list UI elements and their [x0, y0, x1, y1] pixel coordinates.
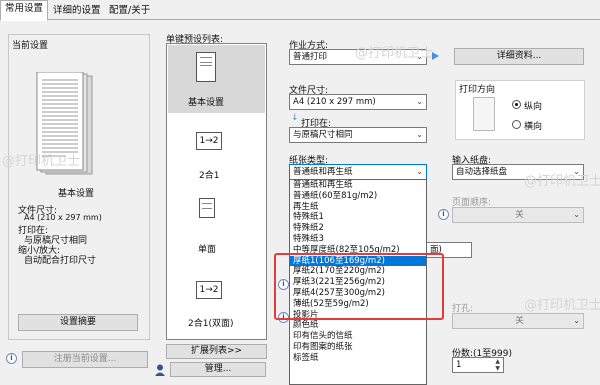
detail-scale-value: 自动配合打印尺寸 [24, 256, 97, 266]
paper-type-option[interactable]: 颜色纸 [290, 320, 426, 331]
chevron-down-icon: ⌄ [573, 210, 580, 219]
paper-size-select[interactable]: A4 (210 x 297 mm) ⌄ [289, 94, 427, 110]
paper-type-option[interactable]: 普通纸(60至81g/m2) [290, 191, 426, 202]
paper-size-value: A4 (210 x 297 mm) [293, 97, 376, 107]
detail-size-value: A4 (210 x 297 mm) [24, 213, 102, 222]
paper-type-option[interactable]: 特殊纸2 [290, 223, 426, 234]
job-mode-value: 普通打印 [293, 52, 328, 62]
paper-type-option[interactable]: 再生纸 [290, 202, 426, 213]
chevron-down-icon: ⌄ [416, 97, 423, 106]
paper-type-option[interactable]: 特殊纸1 [290, 212, 426, 223]
watermark-text: @打印机卫士 [524, 174, 600, 189]
print-on-select[interactable]: 与原稿尺寸相同 ⌄ [289, 127, 427, 143]
info-icon: i [438, 209, 449, 220]
chevron-down-icon: ⌄ [573, 316, 580, 325]
orientation-preview-icon [467, 95, 499, 135]
play-arrow-icon [432, 52, 439, 60]
chevron-down-icon: ⌄ [416, 167, 423, 176]
spinner-icon[interactable]: ▲ ▼ [495, 358, 500, 372]
current-settings-title: 当前设置 [12, 41, 49, 51]
radio-portrait[interactable] [512, 100, 521, 109]
current-preset-name: 基本设置 [58, 189, 95, 199]
tab-config-about[interactable]: 配置/关于 [104, 2, 155, 20]
print-on-value: 与原稿尺寸相同 [293, 130, 353, 140]
paper-type-option[interactable]: 普通纸和再生纸 [290, 180, 426, 191]
page-order-value: 关 [515, 210, 524, 220]
arrow-down-icon: ↓ [291, 113, 299, 123]
portrait-label[interactable]: 纵向 [524, 99, 542, 112]
orientation-title: 打印方向 [459, 85, 496, 95]
manage-button[interactable]: 管理... [170, 362, 266, 377]
settings-summary-button[interactable]: 设置摘要 [18, 314, 138, 331]
preset-basic-icon[interactable] [196, 52, 216, 82]
paper-type-option[interactable]: 印有图案的纸张 [290, 342, 426, 353]
preset-2in1-label[interactable]: 2合1 [199, 168, 219, 181]
job-details-button[interactable]: 详细资料... [454, 48, 584, 65]
tab-bar: 常用设置 详细的设置 配置/关于 [0, 0, 600, 21]
punch-select[interactable]: 关 ⌄ [452, 313, 584, 329]
page-order-select[interactable]: 关 ⌄ [452, 207, 584, 223]
copies-input[interactable]: 1 ▲ ▼ [452, 357, 504, 373]
watermark-text: @打印机卫士 [524, 298, 600, 313]
paper-type-option[interactable]: 印有信头的信纸 [290, 331, 426, 342]
expand-list-button[interactable]: 扩展列表>> [166, 344, 267, 359]
paper-type-option[interactable]: 特殊纸3 [290, 234, 426, 245]
punch-value: 关 [515, 316, 524, 326]
info-icon: i [6, 353, 17, 364]
preset-single-side-label[interactable]: 单面 [198, 242, 216, 255]
landscape-label[interactable]: 横向 [524, 119, 542, 132]
radio-landscape[interactable] [512, 120, 521, 129]
preset-2in1-duplex-icon[interactable]: 1→2 [196, 281, 222, 299]
watermark-text: @打印机卫士 [355, 46, 434, 61]
chevron-down-icon: ⌄ [416, 130, 423, 139]
user-icon [155, 364, 165, 376]
preset-2in1-duplex-label[interactable]: 2合1(双面) [188, 316, 233, 329]
register-settings-button[interactable]: 注册当前设置... [22, 351, 148, 368]
tab-common-settings[interactable]: 常用设置 [0, 0, 49, 21]
paper-type-option[interactable]: 标签纸 [290, 353, 426, 364]
preset-basic-label[interactable]: 基本设置 [188, 95, 224, 108]
paper-type-select[interactable]: 普通纸和再生纸 ⌄ [289, 164, 427, 180]
copies-value: 1 [456, 360, 462, 370]
preset-2in1-icon[interactable]: 1→2 [196, 132, 222, 150]
preset-single-side-icon[interactable] [199, 198, 215, 218]
highlight-box [274, 253, 444, 320]
paper-type-value: 普通纸和再生纸 [293, 167, 353, 177]
tab-detailed-settings[interactable]: 详细的设置 [48, 2, 106, 20]
watermark-text: @打印机卫士 [2, 154, 81, 169]
input-tray-value: 自动选择纸盘 [456, 167, 508, 177]
